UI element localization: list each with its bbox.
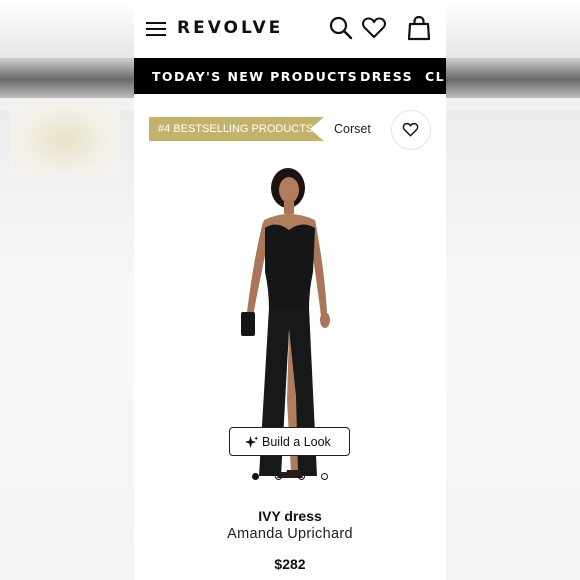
heart-outline-icon: [402, 122, 419, 137]
build-a-look-button[interactable]: Build a Look: [229, 427, 350, 456]
product-brand[interactable]: Amanda Uprichard: [134, 526, 446, 542]
menu-icon[interactable]: [146, 22, 166, 36]
nav-item-dress[interactable]: DRESS: [360, 69, 413, 84]
carousel-dot[interactable]: [252, 473, 259, 480]
wishlist-button[interactable]: [391, 110, 431, 150]
category-label: Corset: [334, 122, 371, 136]
product-price: $282: [274, 556, 306, 572]
carousel-dot[interactable]: [275, 473, 282, 480]
logo[interactable]: REVOLVE: [177, 18, 283, 38]
category-nav: TODAY'S NEW PRODUCTS DRESS CL: [134, 58, 446, 94]
product-name[interactable]: IVY dress: [134, 508, 446, 524]
carousel-dots: [252, 473, 332, 483]
build-a-look-label: Build a Look: [262, 435, 331, 449]
sparkle-icon: [244, 435, 259, 449]
carousel-dot[interactable]: [298, 473, 305, 480]
search-icon[interactable]: [328, 15, 354, 41]
bestseller-badge: #4 BESTSELLING PRODUCTS: [149, 117, 324, 141]
carousel-dot[interactable]: [321, 473, 328, 480]
header: REVOLVE: [134, 0, 446, 58]
bag-icon[interactable]: [406, 15, 432, 41]
nav-item-new[interactable]: TODAY'S NEW PRODUCTS: [152, 69, 358, 84]
bestseller-badge-label: #4 BESTSELLING PRODUCTS: [158, 123, 314, 135]
heart-icon[interactable]: [361, 15, 387, 41]
backdrop-left: [0, 0, 134, 580]
app-screen: REVOLVE TODAY'S NEW PRODUCTS DRESS CL #4…: [134, 0, 446, 580]
backdrop-right: [446, 0, 580, 580]
nav-item-clothing[interactable]: CL: [425, 69, 445, 84]
